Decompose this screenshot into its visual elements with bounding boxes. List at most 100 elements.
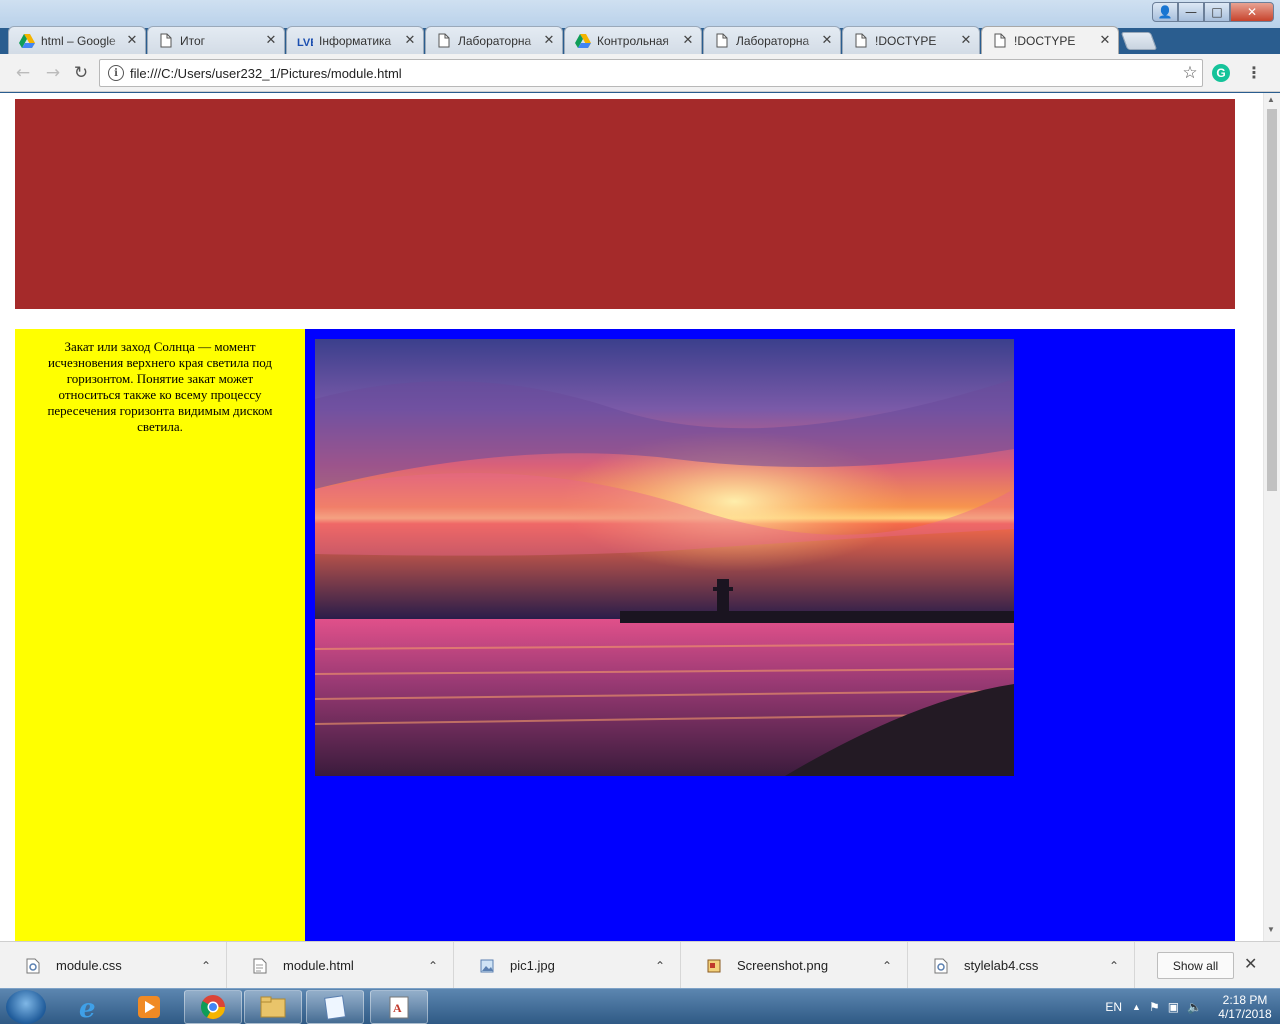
download-item[interactable]: pic1.jpg ⌃ — [454, 942, 681, 989]
close-icon[interactable]: ✕ — [264, 33, 278, 48]
show-all-button[interactable]: Show all — [1157, 952, 1234, 979]
css-file-icon — [934, 958, 948, 973]
sunset-photo — [315, 339, 1014, 776]
download-filename: stylelab4.css — [964, 958, 1039, 973]
minimize-button[interactable]: — — [1178, 2, 1204, 22]
document-icon — [853, 33, 869, 49]
tab-strip: html – Google ✕ Итог ✕ LVB Інформатика ✕… — [8, 26, 1158, 54]
tab-label: Лабораторна — [736, 33, 810, 48]
bookmark-star-icon[interactable]: ☆ — [1178, 63, 1202, 83]
tab-itog[interactable]: Итог ✕ — [147, 26, 285, 54]
document-icon — [158, 33, 174, 49]
clock-date: 4/17/2018 — [1218, 1007, 1272, 1021]
window-titlebar: 👤 — □ ✕ — [0, 0, 1280, 28]
tab-laboratorna-2[interactable]: Лабораторна ✕ — [703, 26, 841, 54]
download-item[interactable]: module.css ⌃ — [0, 942, 227, 989]
browser-toolbar: ← → ↻ i file:///C:/Users/user232_1/Pictu… — [0, 54, 1280, 92]
tab-laboratorna-1[interactable]: Лабораторна ✕ — [425, 26, 563, 54]
tab-label: !DOCTYPE — [1014, 33, 1076, 48]
action-center-flag-icon[interactable]: ⚑ — [1149, 1000, 1160, 1014]
download-item[interactable]: module.html ⌃ — [227, 942, 454, 989]
file-explorer-icon[interactable] — [244, 990, 302, 1024]
close-icon[interactable]: ✕ — [125, 33, 139, 48]
grammarly-extension-icon[interactable]: G — [1212, 64, 1230, 82]
vertical-scrollbar[interactable]: ▲ ▼ — [1263, 93, 1280, 941]
text-editor-icon[interactable]: A — [370, 990, 428, 1024]
notepad-icon[interactable] — [306, 990, 364, 1024]
menu-dots-icon[interactable]: ⋮ — [1244, 63, 1264, 83]
media-player-icon[interactable] — [120, 990, 178, 1024]
html-file-icon — [253, 958, 267, 973]
image-file-icon — [480, 959, 494, 972]
new-tab-button[interactable] — [1120, 32, 1158, 50]
window-controls: 👤 — □ ✕ — [1152, 2, 1274, 22]
tab-html-google[interactable]: html – Google ✕ — [8, 26, 146, 54]
reload-icon[interactable]: ↻ — [70, 62, 92, 84]
tab-informatika[interactable]: LVB Інформатика ✕ — [286, 26, 424, 54]
lvb-icon: LVB — [297, 33, 313, 49]
tab-label: html – Google — [41, 33, 116, 48]
system-tray: EN ▲ ⚑ ▣ 🔈 2:18 PM 4/17/2018 — [1105, 989, 1280, 1024]
info-icon[interactable]: i — [108, 65, 124, 81]
sidebar-column: Закат или заход Солнца — момент исчезнов… — [15, 329, 305, 941]
chevron-up-icon[interactable]: ⌃ — [413, 959, 453, 973]
tab-label: Контрольная — [597, 33, 669, 48]
user-profile-button[interactable]: 👤 — [1152, 2, 1178, 22]
download-filename: Screenshot.png — [737, 958, 829, 973]
chrome-icon[interactable] — [184, 990, 242, 1024]
tray-expand-icon[interactable]: ▲ — [1132, 1002, 1141, 1012]
chevron-up-icon[interactable]: ⌃ — [186, 959, 226, 973]
internet-explorer-icon[interactable]: e — [60, 990, 118, 1024]
scrollbar-thumb[interactable] — [1267, 109, 1277, 491]
page-viewport: Закат или заход Солнца — момент исчезнов… — [0, 93, 1280, 941]
tab-doctype-1[interactable]: !DOCTYPE ✕ — [842, 26, 980, 54]
content-row: Закат или заход Солнца — момент исчезнов… — [15, 329, 1235, 941]
close-icon[interactable]: ✕ — [1244, 954, 1257, 973]
volume-muted-icon[interactable]: 🔈 — [1187, 1000, 1202, 1014]
download-filename: module.html — [283, 958, 354, 973]
tab-doctype-active[interactable]: !DOCTYPE ✕ — [981, 26, 1119, 54]
tab-label: Інформатика — [319, 33, 392, 48]
header-block — [15, 99, 1235, 309]
google-drive-icon — [19, 33, 35, 49]
svg-text:A: A — [393, 1001, 402, 1015]
clock[interactable]: 2:18 PM 4/17/2018 — [1210, 993, 1280, 1021]
chevron-up-icon[interactable]: ⌃ — [640, 959, 680, 973]
download-filename: module.css — [56, 958, 122, 973]
close-icon[interactable]: ✕ — [959, 33, 973, 48]
address-url[interactable]: file:///C:/Users/user232_1/Pictures/modu… — [130, 66, 1178, 81]
windows-taskbar: e A EN ▲ ⚑ ▣ 🔈 2:18 PM 4/17/2018 — [0, 988, 1280, 1024]
css-file-icon — [26, 958, 40, 973]
language-indicator[interactable]: EN — [1105, 1000, 1122, 1014]
svg-text:e: e — [79, 994, 96, 1021]
forward-arrow-icon[interactable]: → — [42, 62, 64, 84]
tab-kontrolnaya[interactable]: Контрольная ✕ — [564, 26, 702, 54]
chevron-up-icon[interactable]: ⌃ — [867, 959, 907, 973]
close-window-button[interactable]: ✕ — [1230, 2, 1274, 22]
network-icon[interactable]: ▣ — [1168, 1000, 1179, 1014]
document-icon — [436, 33, 452, 49]
image-file-icon — [707, 959, 721, 972]
close-icon[interactable]: ✕ — [1098, 33, 1112, 48]
scroll-down-arrow-icon[interactable]: ▼ — [1267, 925, 1275, 934]
chevron-up-icon[interactable]: ⌃ — [1094, 959, 1134, 973]
close-icon[interactable]: ✕ — [403, 33, 417, 48]
download-shelf: module.css ⌃ module.html ⌃ pic1.jpg ⌃ Sc… — [0, 941, 1280, 989]
start-button[interactable] — [6, 990, 46, 1024]
tab-label: !DOCTYPE — [875, 33, 937, 48]
svg-text:LVB: LVB — [297, 37, 313, 48]
download-item[interactable]: Screenshot.png ⌃ — [681, 942, 908, 989]
scroll-up-arrow-icon[interactable]: ▲ — [1267, 95, 1275, 104]
maximize-button[interactable]: □ — [1204, 2, 1230, 22]
tab-label: Итог — [180, 33, 206, 48]
close-icon[interactable]: ✕ — [820, 33, 834, 48]
document-icon — [714, 33, 730, 49]
back-arrow-icon[interactable]: ← — [12, 62, 34, 84]
download-filename: pic1.jpg — [510, 958, 555, 973]
sidebar-text: Закат или заход Солнца — момент исчезнов… — [47, 339, 273, 434]
address-bar[interactable]: i file:///C:/Users/user232_1/Pictures/mo… — [99, 59, 1203, 87]
download-item[interactable]: stylelab4.css ⌃ — [908, 942, 1135, 989]
close-icon[interactable]: ✕ — [542, 33, 556, 48]
clock-time: 2:18 PM — [1222, 993, 1268, 1007]
close-icon[interactable]: ✕ — [681, 33, 695, 48]
